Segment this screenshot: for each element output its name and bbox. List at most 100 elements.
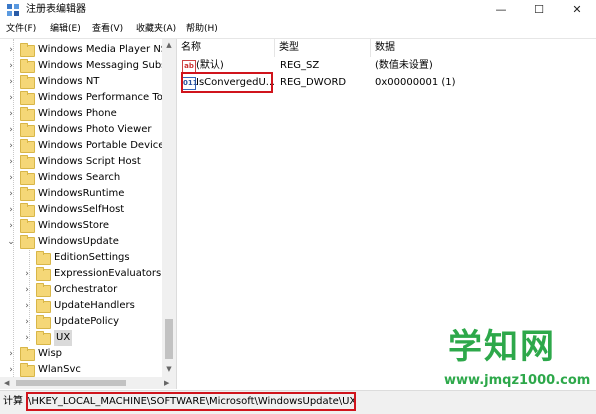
value-type: REG_SZ	[280, 60, 320, 71]
tree-item[interactable]: › Windows Photo Viewer	[0, 122, 162, 138]
chevron-right-icon[interactable]: ›	[6, 186, 16, 202]
tree-item-label: Windows Phone	[38, 108, 117, 119]
tree-item-label: Windows Script Host	[38, 156, 141, 167]
value-data: 0x00000001 (1)	[375, 77, 456, 88]
tree-item-label: WlanSvc	[38, 364, 81, 375]
tree-vertical-scrollbar[interactable]: ▲ ▼	[162, 39, 176, 377]
title-bar: 注册表编辑器 — ☐ ✕	[0, 0, 596, 21]
folder-icon	[20, 91, 35, 105]
value-data: (数值未设置)	[375, 60, 433, 71]
folder-icon	[36, 251, 51, 265]
scroll-down-icon[interactable]: ▼	[162, 365, 176, 373]
tree-item[interactable]: › Windows NT	[0, 74, 162, 90]
tree-item-label: ExpressionEvaluators	[54, 268, 162, 279]
tree-item[interactable]: › UX	[0, 330, 162, 346]
menu-edit[interactable]: 编辑(E)	[50, 22, 81, 36]
chevron-right-icon[interactable]: ›	[22, 298, 32, 314]
tree-item-label: Windows Portable Devices	[38, 140, 162, 151]
scroll-thumb[interactable]	[165, 319, 173, 359]
chevron-right-icon[interactable]: ›	[6, 346, 16, 362]
tree-item[interactable]: › Windows Script Host	[0, 154, 162, 170]
tree-item[interactable]: › WindowsStore	[0, 218, 162, 234]
chevron-right-icon[interactable]: ›	[6, 58, 16, 74]
chevron-down-icon[interactable]: ⌄	[6, 234, 16, 250]
tree-item[interactable]: › Wisp	[0, 346, 162, 362]
folder-icon	[36, 331, 51, 345]
menu-file[interactable]: 文件(F)	[6, 22, 36, 36]
tree-item[interactable]: › Windows Phone	[0, 106, 162, 122]
chevron-right-icon[interactable]: ›	[6, 90, 16, 106]
chevron-right-icon[interactable]: ›	[6, 218, 16, 234]
tree-item[interactable]: › Windows Portable Devices	[0, 138, 162, 154]
menu-view[interactable]: 查看(V)	[92, 22, 123, 36]
maximize-button[interactable]: ☐	[520, 0, 558, 20]
tree-item[interactable]: › Orchestrator	[0, 282, 162, 298]
tree-item[interactable]: › UpdatePolicy	[0, 314, 162, 330]
chevron-right-icon[interactable]: ›	[6, 106, 16, 122]
tree-item-label: Windows Media Player NS	[38, 44, 162, 55]
chevron-right-icon[interactable]: ›	[22, 266, 32, 282]
column-header-data[interactable]: 数据	[371, 39, 511, 57]
folder-icon	[20, 203, 35, 217]
folder-icon	[20, 155, 35, 169]
chevron-right-icon[interactable]: ›	[6, 170, 16, 186]
tree-item[interactable]: › Windows Performance Too	[0, 90, 162, 106]
folder-icon	[36, 315, 51, 329]
scroll-right-icon[interactable]: ▶	[164, 377, 169, 389]
tree-item[interactable]: › WindowsRuntime	[0, 186, 162, 202]
tree-item-label: Windows Search	[38, 172, 121, 183]
chevron-right-icon[interactable]: ›	[6, 202, 16, 218]
menu-help[interactable]: 帮助(H)	[186, 22, 218, 36]
value-type: REG_DWORD	[280, 77, 347, 88]
tree-item-label: EditionSettings	[54, 252, 130, 263]
menu-favorites[interactable]: 收藏夹(A)	[136, 22, 176, 36]
tree-item-label: UX	[54, 330, 73, 346]
highlight-box	[181, 72, 273, 93]
scroll-up-icon[interactable]: ▲	[162, 41, 176, 49]
column-header-name[interactable]: 名称	[177, 39, 275, 57]
tree-horizontal-scrollbar[interactable]: ◀ ▶	[0, 377, 176, 389]
tree-item[interactable]: › WlanSvc	[0, 362, 162, 378]
chevron-right-icon[interactable]: ›	[6, 138, 16, 154]
scroll-left-icon[interactable]: ◀	[4, 377, 9, 389]
folder-icon	[20, 187, 35, 201]
tree-item[interactable]: EditionSettings	[0, 250, 162, 266]
folder-icon	[20, 219, 35, 233]
tree-item-label: Windows Messaging Subs	[38, 60, 162, 71]
minimize-button[interactable]: —	[482, 0, 520, 20]
chevron-right-icon[interactable]: ›	[6, 362, 16, 378]
tree-item-label: Orchestrator	[54, 284, 118, 295]
tree-item[interactable]: › Windows Search	[0, 170, 162, 186]
folder-icon	[20, 123, 35, 137]
folder-icon	[36, 283, 51, 297]
chevron-right-icon[interactable]: ›	[22, 330, 32, 346]
tree-item-label: WindowsUpdate	[38, 236, 119, 247]
tree-item[interactable]: › ExpressionEvaluators	[0, 266, 162, 282]
tree-item[interactable]: › WindowsSelfHost	[0, 202, 162, 218]
chevron-right-icon[interactable]: ›	[22, 314, 32, 330]
tree-item[interactable]: › Windows Media Player NS	[0, 42, 162, 58]
tree-item-label: UpdateHandlers	[54, 300, 135, 311]
tree-item[interactable]: › UpdateHandlers	[0, 298, 162, 314]
watermark-url: www.jmqz1000.com	[444, 373, 591, 388]
scroll-thumb[interactable]	[16, 380, 126, 386]
chevron-right-icon[interactable]: ›	[6, 74, 16, 90]
tree-item-label: WindowsRuntime	[38, 188, 125, 199]
close-button[interactable]: ✕	[558, 0, 596, 20]
tree-item[interactable]: ⌄ WindowsUpdate	[0, 234, 162, 250]
chevron-right-icon[interactable]: ›	[6, 154, 16, 170]
menu-bar: 文件(F) 编辑(E) 查看(V) 收藏夹(A) 帮助(H)	[0, 20, 596, 39]
column-header-type[interactable]: 类型	[275, 39, 371, 57]
chevron-right-icon[interactable]: ›	[22, 282, 32, 298]
folder-icon	[20, 235, 35, 249]
folder-icon	[20, 43, 35, 57]
tree-item[interactable]: › Windows Messaging Subs	[0, 58, 162, 74]
chevron-right-icon[interactable]: ›	[6, 42, 16, 58]
chevron-right-icon[interactable]: ›	[6, 122, 16, 138]
folder-icon	[20, 139, 35, 153]
folder-icon	[20, 59, 35, 73]
tree-item-label: Windows Photo Viewer	[38, 124, 152, 135]
highlight-box	[26, 392, 356, 411]
status-prefix: 计算	[3, 396, 23, 407]
registry-tree[interactable]: › Windows Media Player NS › Windows Messagi…	[0, 39, 177, 389]
